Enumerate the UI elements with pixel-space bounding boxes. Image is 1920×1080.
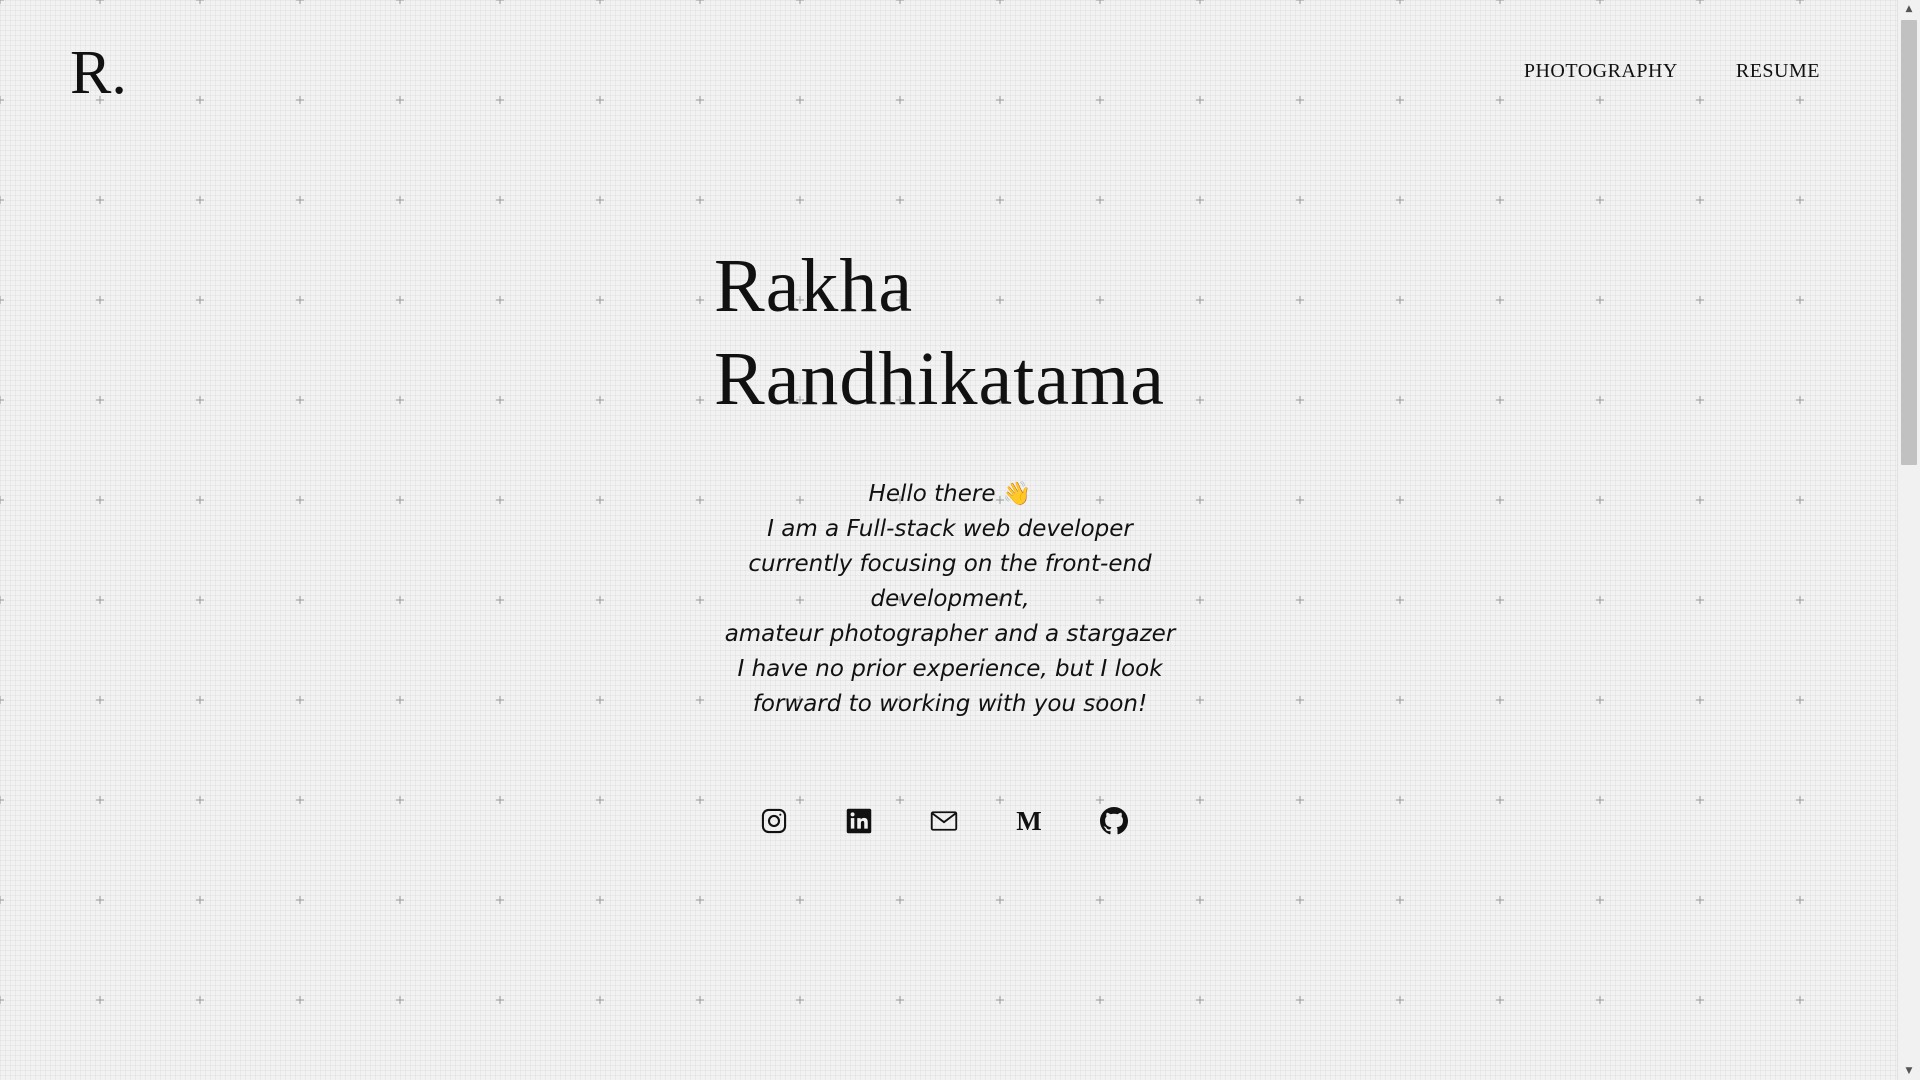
scroll-up-arrow-icon[interactable]: ▲ [1898,0,1920,18]
intro-line: forward to working with you soon! [752,691,1148,717]
email-link[interactable] [926,803,962,839]
intro-greeting-text: Hello there [868,481,996,507]
instagram-link[interactable] [756,803,792,839]
intro-line: currently focusing on the front-end [748,551,1152,577]
intro-line: development, [870,586,1030,612]
mail-icon [930,811,958,831]
scroll-down-arrow-icon[interactable]: ▼ [1898,1062,1920,1080]
intro-line-greeting: Hello there 👋 [700,477,1200,512]
top-navigation: PHOTOGRAPHY RESUME [1524,60,1820,83]
intro-line: I am a Full-stack web developer [767,516,1133,542]
site-logo[interactable]: R. [70,38,127,108]
hero-first-name: Rakha [714,244,914,328]
intro-line: amateur photographer and a stargazer [724,621,1176,647]
linkedin-icon [846,808,872,834]
nav-link-photography[interactable]: PHOTOGRAPHY [1524,60,1678,83]
github-link[interactable] [1096,803,1132,839]
medium-link[interactable]: M [1011,803,1047,839]
github-icon [1100,807,1128,835]
intro-line: I have no prior experience, but I look [737,656,1163,682]
medium-icon: M [1016,806,1042,836]
scrollbar-thumb[interactable] [1901,20,1917,465]
social-links: M [756,803,1132,839]
intro-text: Hello there 👋 I am a Full-stack web deve… [700,477,1200,722]
waving-hand-icon: 👋 [1002,481,1032,507]
hero-last-name: Randhikatama [714,337,1165,421]
instagram-icon [761,808,787,834]
page-scrollbar[interactable]: ▲ ▼ [1897,0,1920,1080]
linkedin-link[interactable] [841,803,877,839]
nav-link-resume[interactable]: RESUME [1736,60,1820,83]
hero-name: Rakha Randhikatama [714,240,1234,426]
